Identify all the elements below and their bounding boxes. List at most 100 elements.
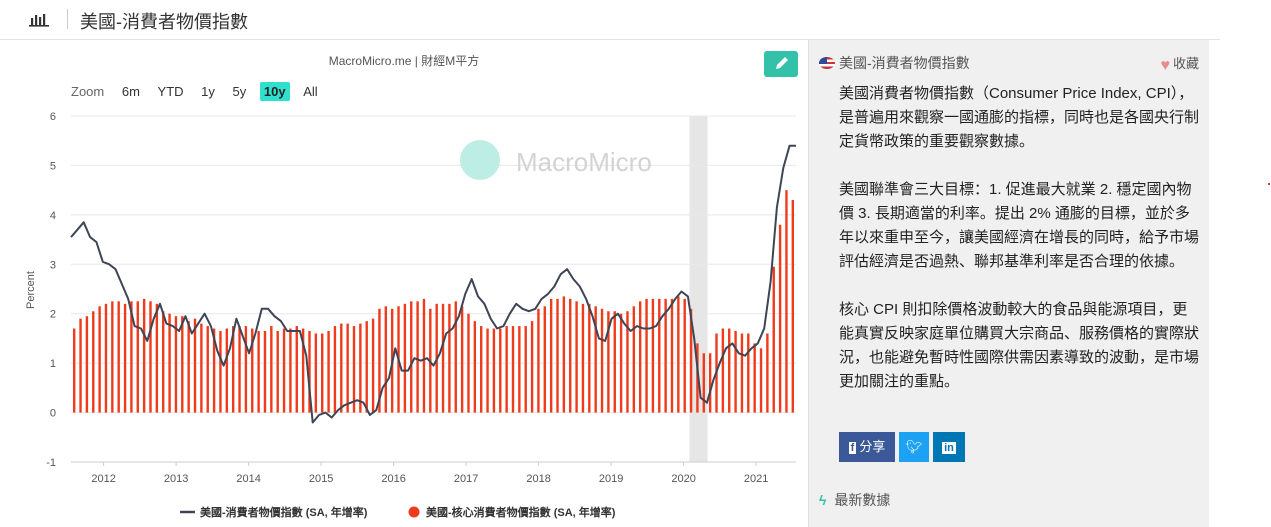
legend-label: 美國-消費者物價指數 (SA, 年增率) — [200, 505, 368, 519]
x-tick-label: 2020 — [671, 473, 695, 485]
top-bar: 美國-消費者物價指數 — [0, 0, 1220, 40]
x-tick-label: 2014 — [236, 473, 260, 485]
latest-data-header[interactable]: ϟ 最新數據 — [819, 490, 890, 510]
y-tick-label: 3 — [50, 259, 56, 271]
core-cpi-bar — [79, 318, 82, 413]
core-cpi-bar — [352, 326, 356, 413]
core-cpi-bar — [244, 326, 248, 413]
core-cpi-bar — [142, 298, 146, 413]
core-cpi-bar — [422, 298, 426, 413]
core-cpi-bar — [759, 348, 763, 413]
legend-dot-swatch — [408, 506, 420, 518]
core-cpi-bar — [454, 301, 457, 413]
y-tick-label: 0 — [50, 408, 56, 420]
core-cpi-bar — [505, 326, 508, 413]
core-cpi-bar — [543, 306, 546, 413]
bar-chart-icon[interactable] — [28, 11, 50, 27]
core-cpi-bar — [740, 333, 744, 413]
core-cpi-bar — [289, 328, 292, 413]
core-cpi-bar — [162, 311, 165, 413]
twitter-icon: 🐦︎ — [905, 439, 923, 454]
core-cpi-bar — [708, 353, 712, 413]
core-cpi-bar — [600, 308, 604, 413]
core-cpi-bar — [492, 328, 496, 413]
core-cpi-bar — [219, 331, 222, 413]
core-cpi-bar — [588, 303, 591, 413]
core-cpi-bar — [327, 331, 330, 413]
x-tick-label: 2021 — [744, 473, 768, 485]
core-cpi-bar — [575, 301, 578, 413]
cpi-line — [70, 144, 796, 424]
core-cpi-bar — [549, 298, 553, 413]
core-cpi-bar — [448, 303, 451, 413]
core-cpi-bar — [581, 303, 585, 413]
share-label: 分享 — [859, 439, 886, 454]
latest-label: 最新數據 — [834, 492, 891, 508]
core-cpi-bar — [467, 313, 470, 413]
core-cpi-bar — [263, 331, 267, 413]
core-cpi-bar — [314, 333, 318, 413]
watermark-text: MacroMicro — [516, 147, 652, 177]
core-cpi-bar — [518, 326, 521, 413]
description-paragraph: 核心 CPI 則扣除價格波動較大的食品與能源項目，更能真實反映家庭單位購買大宗商… — [839, 301, 1200, 390]
favorite-label: 收藏 — [1172, 56, 1199, 71]
cpi-chart: -1 0 1 2 3 4 5 6 MacroMicro 2012 2013 2014 2015 2016 2… — [25, 111, 796, 519]
description: 美國消費者物價指數（Consumer Price Index, CPI），是普遍… — [839, 82, 1199, 418]
core-cpi-bar — [155, 303, 159, 413]
core-cpi-bar — [556, 298, 559, 413]
y-tick-label: 4 — [50, 210, 56, 222]
heart-icon: ♥ — [1160, 57, 1170, 74]
favorite-button[interactable]: ♥ 收藏 — [1160, 53, 1199, 75]
x-tick-label: 2012 — [91, 473, 115, 485]
core-cpi-bar — [785, 190, 788, 413]
y-tick-label: 6 — [50, 111, 56, 123]
core-cpi-bar — [365, 321, 368, 413]
core-cpi-bar — [473, 321, 477, 413]
core-cpi-bar — [511, 326, 515, 413]
core-cpi-bar — [683, 298, 686, 413]
decorative-dot — [1268, 183, 1270, 185]
core-cpi-bar — [187, 321, 190, 413]
description-paragraph: 美國聯準會三大目標：1. 促進最大就業 2. 穩定國內物價 3. 長期適當的利率… — [839, 181, 1200, 270]
side-header: 美國-消費者物價指數 — [819, 53, 970, 73]
facebook-share-button[interactable]: f 分享 — [839, 432, 895, 462]
core-cpi-bar — [111, 301, 114, 413]
facebook-icon: f — [848, 442, 857, 454]
y-tick-label: 1 — [50, 358, 56, 370]
x-tick-label: 2016 — [381, 473, 405, 485]
core-cpi-bar — [295, 326, 298, 413]
core-cpi-bar — [403, 303, 407, 413]
core-cpi-bar — [206, 326, 209, 413]
core-cpi-bar — [537, 308, 540, 413]
core-cpi-bar — [632, 306, 636, 413]
core-cpi-bar — [72, 328, 76, 413]
side-title: 美國-消費者物價指數 — [839, 55, 970, 71]
core-cpi-bar — [677, 296, 680, 413]
core-cpi-bar — [225, 328, 229, 413]
legend-label: 美國-核心消費者物價指數 (SA, 年增率) — [426, 505, 616, 519]
core-cpi-bar — [772, 266, 775, 413]
core-cpi-bar — [619, 313, 623, 413]
twitter-share-button[interactable]: 🐦︎ — [899, 432, 929, 462]
core-cpi-bar — [486, 328, 489, 413]
core-cpi-bar — [791, 200, 795, 413]
core-cpi-bar — [193, 318, 197, 413]
core-cpi-bar — [149, 301, 152, 413]
watermark-logo-icon — [460, 140, 500, 180]
x-tick-label: 2017 — [454, 473, 478, 485]
y-tick-label: -1 — [46, 457, 56, 469]
core-cpi-bar — [333, 326, 337, 413]
core-cpi-bar — [645, 298, 648, 413]
x-tick-label: 2015 — [309, 473, 333, 485]
core-cpi-bar — [270, 326, 273, 413]
core-cpi-bar — [562, 296, 566, 413]
core-cpi-bar — [460, 306, 464, 413]
x-tick-label: 2018 — [526, 473, 550, 485]
core-cpi-bar — [276, 331, 279, 413]
core-cpi-bar — [104, 303, 108, 413]
linkedin-share-button[interactable]: in — [933, 432, 965, 462]
divider — [67, 9, 68, 29]
y-tick-label: 2 — [50, 309, 56, 321]
core-cpi-bar — [410, 301, 413, 413]
core-cpi-bar — [702, 353, 705, 413]
